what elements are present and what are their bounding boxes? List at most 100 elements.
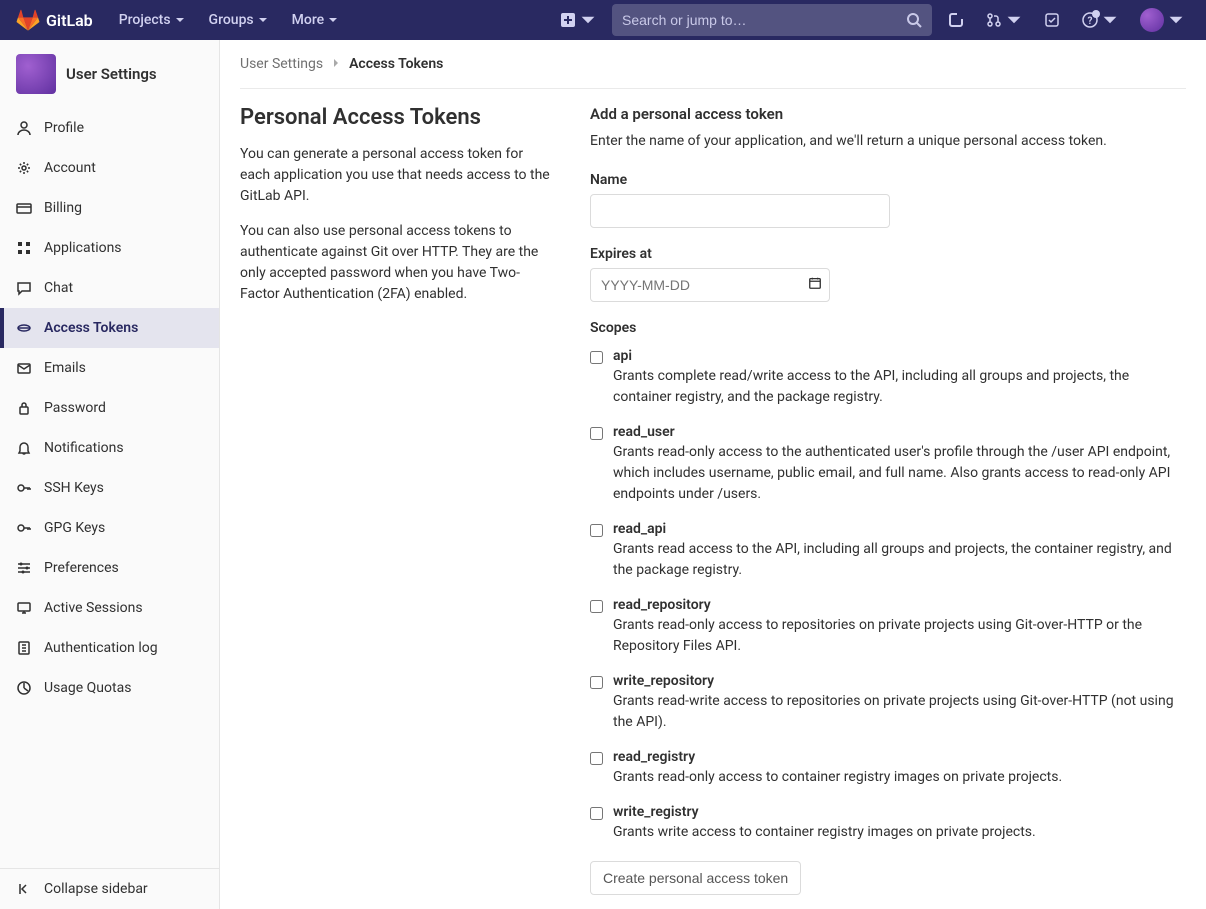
- help-link[interactable]: ?: [1076, 8, 1124, 32]
- scope-name: write_registry: [613, 804, 1186, 820]
- scope-checkbox-read-api[interactable]: [590, 524, 603, 537]
- user-menu[interactable]: [1134, 4, 1190, 36]
- sidebar-item-label: Notifications: [44, 440, 124, 456]
- chevron-down-icon: [175, 15, 185, 25]
- scope-read-registry: read_registry Grants read-only access to…: [590, 749, 1186, 788]
- log-icon: [16, 640, 32, 656]
- new-dropdown[interactable]: [554, 8, 602, 32]
- sidebar-item-password[interactable]: Password: [0, 388, 219, 428]
- chevron-down-icon: [258, 15, 268, 25]
- scope-desc: Grants complete read/write access to the…: [613, 366, 1186, 408]
- gitlab-logo[interactable]: GitLab: [16, 8, 93, 32]
- issues-icon: [948, 12, 964, 28]
- credit-card-icon: [16, 200, 32, 216]
- brand-text: GitLab: [46, 11, 93, 30]
- email-icon: [16, 360, 32, 376]
- sidebar-item-label: Active Sessions: [44, 600, 143, 616]
- calendar-icon[interactable]: [808, 276, 822, 294]
- form-lead: Enter the name of your application, and …: [590, 131, 1186, 152]
- sidebar-item-preferences[interactable]: Preferences: [0, 548, 219, 588]
- scope-desc: Grants read-only access to repositories …: [613, 615, 1186, 657]
- sidebar-item-label: Password: [44, 400, 106, 416]
- scope-checkbox-write-repository[interactable]: [590, 676, 603, 689]
- scope-desc: Grants write access to container registr…: [613, 822, 1186, 843]
- sidebar-item-applications[interactable]: Applications: [0, 228, 219, 268]
- svg-text:?: ?: [1088, 16, 1093, 27]
- sidebar-item-access-tokens[interactable]: Access Tokens: [0, 308, 219, 348]
- gear-icon: [16, 160, 32, 176]
- top-nav: GitLab Projects Groups More: [0, 0, 1206, 40]
- scope-desc: Grants read access to the API, including…: [613, 539, 1186, 581]
- sidebar-item-emails[interactable]: Emails: [0, 348, 219, 388]
- scope-checkbox-read-user[interactable]: [590, 427, 603, 440]
- sidebar-item-active-sessions[interactable]: Active Sessions: [0, 588, 219, 628]
- scope-checkbox-write-registry[interactable]: [590, 807, 603, 820]
- sidebar-item-label: Account: [44, 160, 96, 176]
- scope-write-registry: write_registry Grants write access to co…: [590, 804, 1186, 843]
- nav-groups-label: Groups: [209, 12, 254, 28]
- sidebar-item-label: Profile: [44, 120, 84, 136]
- token-icon: [16, 320, 32, 336]
- create-token-button[interactable]: Create personal access token: [590, 861, 801, 895]
- scope-read-repository: read_repository Grants read-only access …: [590, 597, 1186, 657]
- nav-more-label: More: [292, 12, 325, 28]
- sidebar-item-label: GPG Keys: [44, 520, 105, 536]
- sidebar-item-billing[interactable]: Billing: [0, 188, 219, 228]
- sidebar-item-notifications[interactable]: Notifications: [0, 428, 219, 468]
- preferences-icon: [16, 560, 32, 576]
- nav-more[interactable]: More: [282, 6, 349, 34]
- scope-api: api Grants complete read/write access to…: [590, 348, 1186, 408]
- scope-checkbox-read-registry[interactable]: [590, 752, 603, 765]
- scope-name: read_api: [613, 521, 1186, 537]
- sidebar-item-label: Usage Quotas: [44, 680, 131, 696]
- search-box[interactable]: [612, 4, 932, 36]
- collapse-icon: [16, 881, 32, 897]
- chat-icon: [16, 280, 32, 296]
- chevron-down-icon: [580, 12, 596, 28]
- search-icon: [906, 12, 922, 28]
- sidebar-item-gpg-keys[interactable]: GPG Keys: [0, 508, 219, 548]
- nav-groups[interactable]: Groups: [199, 6, 278, 34]
- scopes-label: Scopes: [590, 320, 1186, 336]
- chevron-right-icon: [331, 56, 341, 72]
- chevron-down-icon: [328, 15, 338, 25]
- breadcrumb-root[interactable]: User Settings: [240, 56, 323, 72]
- todo-icon: [1044, 12, 1060, 28]
- sidebar-title: User Settings: [66, 65, 157, 83]
- scope-name: read_repository: [613, 597, 1186, 613]
- merge-requests-link[interactable]: [980, 8, 1028, 32]
- scope-name: read_user: [613, 424, 1186, 440]
- issues-link[interactable]: [942, 8, 970, 32]
- scope-checkbox-read-repository[interactable]: [590, 600, 603, 613]
- applications-icon: [16, 240, 32, 256]
- sidebar-item-profile[interactable]: Profile: [0, 108, 219, 148]
- search-input[interactable]: [622, 12, 906, 28]
- sidebar-item-label: Chat: [44, 280, 73, 296]
- sidebar-item-label: Emails: [44, 360, 86, 376]
- page-description-1: You can generate a personal access token…: [240, 144, 550, 207]
- sidebar-item-ssh-keys[interactable]: SSH Keys: [0, 468, 219, 508]
- expires-input[interactable]: [590, 268, 830, 302]
- name-label: Name: [590, 172, 1186, 188]
- sidebar-item-label: Authentication log: [44, 640, 158, 656]
- key-icon: [16, 520, 32, 536]
- name-input[interactable]: [590, 194, 890, 228]
- bell-icon: [16, 440, 32, 456]
- sidebar-header[interactable]: User Settings: [0, 40, 219, 108]
- merge-request-icon: [986, 12, 1002, 28]
- collapse-sidebar[interactable]: Collapse sidebar: [0, 869, 219, 909]
- lock-icon: [16, 400, 32, 416]
- todos-link[interactable]: [1038, 8, 1066, 32]
- user-avatar: [1140, 8, 1164, 32]
- page-title: Personal Access Tokens: [240, 105, 550, 130]
- sidebar-item-chat[interactable]: Chat: [0, 268, 219, 308]
- sidebar-item-usage-quotas[interactable]: Usage Quotas: [0, 668, 219, 708]
- sidebar: User Settings Profile Account Billing Ap…: [0, 40, 220, 909]
- sidebar-item-label: Preferences: [44, 560, 119, 576]
- user-avatar-large: [16, 54, 56, 94]
- scope-read-api: read_api Grants read access to the API, …: [590, 521, 1186, 581]
- scope-checkbox-api[interactable]: [590, 351, 603, 364]
- sidebar-item-auth-log[interactable]: Authentication log: [0, 628, 219, 668]
- nav-projects[interactable]: Projects: [109, 6, 195, 34]
- sidebar-item-account[interactable]: Account: [0, 148, 219, 188]
